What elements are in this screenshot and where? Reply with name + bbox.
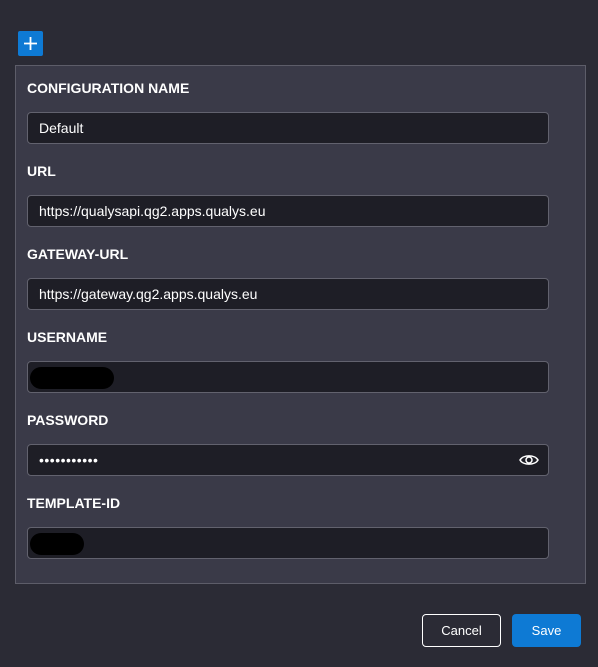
configuration-name-value: Default — [39, 120, 84, 136]
configuration-name-input[interactable]: Default — [27, 112, 549, 144]
configuration-panel: CONFIGURATION NAME Default URL https://q… — [15, 65, 586, 584]
template-id-input[interactable] — [27, 527, 549, 559]
username-label: USERNAME — [27, 329, 108, 345]
password-value: ••••••••••• — [39, 452, 99, 468]
plus-icon — [24, 37, 37, 50]
template-id-redaction — [30, 533, 84, 555]
cancel-button[interactable]: Cancel — [422, 614, 501, 647]
eye-icon[interactable] — [519, 452, 539, 468]
gateway-url-value: https://gateway.qg2.apps.qualys.eu — [39, 286, 258, 302]
configuration-name-label: CONFIGURATION NAME — [27, 80, 190, 96]
password-input[interactable]: ••••••••••• — [27, 444, 549, 476]
url-input[interactable]: https://qualysapi.qg2.apps.qualys.eu — [27, 195, 549, 227]
gateway-url-input[interactable]: https://gateway.qg2.apps.qualys.eu — [27, 278, 549, 310]
url-label: URL — [27, 163, 56, 179]
url-value: https://qualysapi.qg2.apps.qualys.eu — [39, 203, 266, 219]
username-input[interactable] — [27, 361, 549, 393]
password-label: PASSWORD — [27, 412, 109, 428]
username-redaction — [30, 367, 114, 389]
template-id-label: TEMPLATE-ID — [27, 495, 121, 511]
save-button[interactable]: Save — [512, 614, 581, 647]
gateway-url-label: GATEWAY-URL — [27, 246, 129, 262]
add-configuration-button[interactable] — [18, 31, 43, 56]
